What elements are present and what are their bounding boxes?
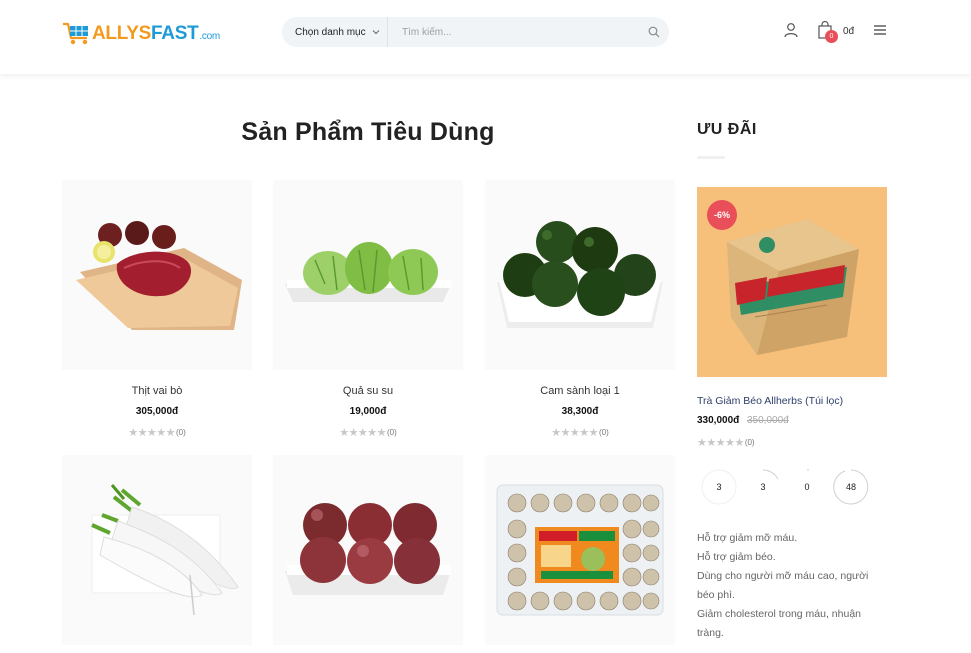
- countdown-value: 48: [845, 482, 856, 492]
- product-image[interactable]: [62, 455, 252, 645]
- product-price: 19,000đ: [349, 406, 387, 417]
- product-card[interactable]: [485, 455, 675, 653]
- site-header: ALLYS FAST .com Chọn danh mục 0 0đ: [0, 0, 971, 74]
- product-card[interactable]: Thịt vai bò 305,000đ ★★★★★ (0): [62, 180, 252, 439]
- hamburger-menu-icon[interactable]: [873, 24, 887, 36]
- promo-description: Hỗ trợ giảm mỡ máu. Hỗ trợ giảm béo. Dùn…: [697, 529, 877, 643]
- product-price: 38,300đ: [561, 406, 599, 417]
- promo-product-image[interactable]: -6%: [697, 187, 887, 377]
- product-price: 305,000đ: [135, 406, 179, 417]
- product-name[interactable]: Cam sành loại 1: [485, 385, 675, 397]
- countdown-value: 3: [716, 482, 722, 492]
- description-line: Hỗ trợ giảm béo.: [697, 551, 776, 563]
- promo-product-name[interactable]: Trà Giảm Béo Allherbs (Túi lọc): [697, 395, 843, 407]
- rating-stars-icon: ★★★★★: [697, 437, 744, 449]
- logo-text: ALLYS FAST .com: [92, 23, 220, 45]
- promo-old-price: 350,000đ: [747, 415, 789, 426]
- category-select-label: Chọn danh mục: [295, 26, 366, 38]
- sidebar-title-underline: [697, 156, 725, 159]
- site-logo[interactable]: ALLYS FAST .com: [62, 20, 220, 48]
- countdown-value: 3: [760, 482, 766, 492]
- passion-fruit-image: [273, 455, 463, 645]
- product-image[interactable]: [273, 455, 463, 645]
- product-card[interactable]: Cam sành loại 1 38,300đ ★★★★★ (0): [485, 180, 675, 439]
- promo-price: 330,000đ: [697, 415, 740, 426]
- product-card[interactable]: [273, 455, 463, 653]
- cart-count-badge: 0: [825, 30, 838, 43]
- section-title: Sản Phẩm Tiêu Dùng: [241, 118, 495, 146]
- chayote-image: [273, 180, 463, 370]
- product-rating: ★★★★★ (0): [273, 426, 463, 439]
- search-icon: [648, 26, 660, 38]
- rating-count: (0): [599, 428, 609, 437]
- description-line: Giảm cholesterol trong máu, nhuận tràng.: [697, 608, 862, 639]
- rating-stars-icon: ★★★★★: [128, 427, 176, 439]
- rating-count: (0): [744, 438, 755, 447]
- product-rating: ★★★★★ (0): [62, 426, 252, 439]
- discount-badge: -6%: [707, 200, 737, 230]
- product-rating: ★★★★★ (0): [485, 426, 675, 439]
- description-line: Hỗ trợ giảm mỡ máu.: [697, 532, 798, 544]
- product-card[interactable]: Quả su su 19,000đ ★★★★★ (0): [273, 180, 463, 439]
- search-input[interactable]: [388, 17, 639, 47]
- quail-eggs-image: [485, 455, 675, 645]
- logo-text-fast: FAST: [151, 23, 199, 44]
- cart-logo-icon: [63, 22, 88, 45]
- countdown-value: 0: [804, 482, 810, 492]
- category-select[interactable]: Chọn danh mục: [282, 17, 388, 47]
- countdown-days: 3: [701, 469, 737, 505]
- countdown-hours: 3: [745, 469, 781, 505]
- product-image[interactable]: [485, 455, 675, 645]
- rating-stars-icon: ★★★★★: [551, 427, 599, 439]
- user-icon[interactable]: [783, 22, 799, 38]
- chevron-down-icon: [372, 30, 379, 35]
- product-name[interactable]: Quả su su: [273, 385, 463, 397]
- countdown-seconds: 48: [833, 469, 869, 505]
- rating-count: (0): [387, 428, 397, 437]
- countdown-minutes: 0: [789, 469, 825, 505]
- logo-text-domain: .com: [199, 31, 220, 42]
- radish-image: [62, 455, 252, 645]
- rating-count: (0): [176, 428, 186, 437]
- promo-rating: ★★★★★ (0): [697, 436, 755, 449]
- cart-total[interactable]: 0đ: [843, 26, 854, 37]
- product-image[interactable]: [273, 180, 463, 370]
- rating-stars-icon: ★★★★★: [339, 427, 387, 439]
- orange-image: [485, 180, 675, 370]
- logo-text-allys: ALLYS: [92, 23, 152, 44]
- product-card[interactable]: [62, 455, 252, 653]
- product-name[interactable]: Thịt vai bò: [62, 385, 252, 397]
- sidebar-title: ƯU ĐÃI: [697, 121, 757, 138]
- description-line: Dùng cho người mỡ máu cao, người béo phì…: [697, 570, 869, 601]
- product-image[interactable]: [62, 180, 252, 370]
- beef-image: [62, 180, 252, 370]
- search-bar: Chọn danh mục: [282, 17, 669, 47]
- product-image[interactable]: [485, 180, 675, 370]
- search-button[interactable]: [639, 17, 669, 47]
